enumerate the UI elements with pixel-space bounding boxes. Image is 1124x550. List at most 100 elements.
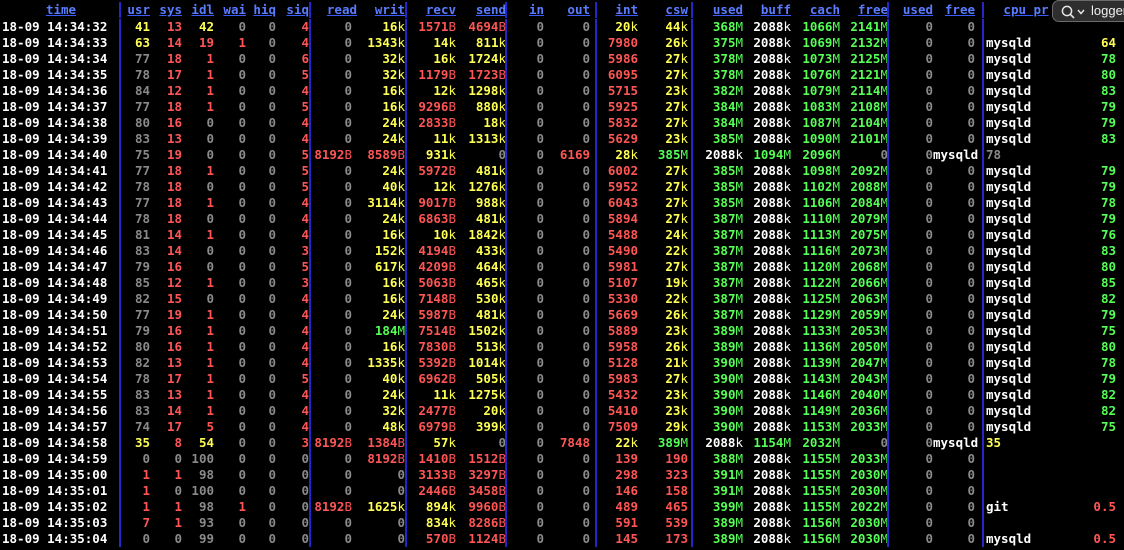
cell-cpu-percent: 82 — [1066, 387, 1116, 403]
cell-value: 2114 — [850, 83, 881, 98]
column-separator — [887, 515, 889, 531]
stats-row: 18-09 14:34:40 75 19 0 0 0 5 8192B 8589B 931k 0 0 61… — [0, 147, 1124, 163]
cell-in: 0 — [506, 259, 544, 275]
cell-value: 0 — [344, 195, 352, 210]
cell-siq: 0 — [276, 451, 309, 467]
cell-unit: k — [397, 99, 405, 114]
search-field[interactable]: logger — [1052, 0, 1124, 22]
cell-cpu-process: mysqld — [986, 211, 1066, 227]
cell-value: 0 — [925, 483, 933, 498]
cell-unit: B — [448, 163, 456, 178]
cell-writ: 8589B — [352, 147, 405, 163]
cell-value: 0 — [925, 115, 933, 130]
cell-send: 1276k — [456, 179, 506, 195]
cell-value: 2104 — [850, 115, 881, 130]
cell-unit: B — [448, 451, 456, 466]
cell-time: 18-09 14:34:41 — [2, 163, 120, 179]
cell-value: 1154 — [753, 435, 784, 450]
cell-unit: M — [832, 387, 840, 402]
column-separator — [595, 419, 597, 435]
cell-time: 18-09 14:34:49 — [2, 291, 120, 307]
cell-value: 0 — [582, 195, 590, 210]
cell-value: 0 — [344, 99, 352, 114]
column-separator — [982, 179, 984, 195]
cell-value: 12 — [166, 275, 182, 290]
cell-value: 5669 — [607, 307, 638, 322]
cell-read: 0 — [310, 19, 352, 35]
cell-value: 1 — [142, 499, 150, 514]
cell-swap-used: 0 — [892, 371, 933, 387]
cell-time: 18-09 14:34:56 — [2, 403, 120, 419]
cell-value: 27 — [665, 259, 681, 274]
cell-value: 0 — [206, 147, 214, 162]
cell-used: 385M — [692, 131, 743, 147]
cell-value: 2059 — [850, 307, 881, 322]
cell-value: 1076 — [802, 67, 833, 82]
cell-value: 79 — [134, 259, 150, 274]
cell-read: 8192B — [310, 499, 352, 515]
column-separator — [119, 227, 121, 243]
cell-unit: k — [783, 131, 791, 146]
column-header-used: used — [712, 2, 743, 17]
cell-value: 16 — [382, 83, 398, 98]
cell-wai: 0 — [214, 403, 246, 419]
cell-send: 464k — [456, 259, 506, 275]
cell-writ: 24k — [352, 307, 405, 323]
cell-value: 80 — [1100, 259, 1116, 274]
cell-unit: M — [783, 147, 791, 162]
cell-value: 0 — [536, 115, 544, 130]
cell-out: 0 — [544, 515, 590, 531]
column-separator — [887, 339, 889, 355]
cell-value: 4 — [301, 403, 309, 418]
cell-writ: 32k — [352, 403, 405, 419]
cell-value: 13 — [166, 355, 182, 370]
cell-int: 489 — [596, 499, 638, 515]
cell-value: 5715 — [607, 83, 638, 98]
cell-value: 4 — [301, 195, 309, 210]
cell-send: 481k — [456, 307, 506, 323]
cell-read: 0 — [310, 419, 352, 435]
cell-cach: 1156M — [791, 531, 840, 547]
column-separator — [119, 259, 121, 275]
column-separator — [405, 99, 407, 115]
cell-sys: 16 — [150, 259, 182, 275]
stats-row: 18-09 14:34:32 41 13 42 0 0 4 0 16k 1571B 4694B 0 0 2… — [0, 19, 1124, 35]
cell-value: 0 — [967, 67, 975, 82]
cell-value: 78 — [134, 179, 150, 194]
cell-value: 78 — [134, 67, 150, 82]
cell-wai: 1 — [214, 35, 246, 51]
column-separator — [691, 307, 693, 323]
cell-value: 0 — [536, 483, 544, 498]
cell-value: 99 — [198, 531, 214, 546]
cell-value: 2088 — [753, 179, 784, 194]
cell-unit: k — [448, 227, 456, 242]
cell-value: 5 — [301, 67, 309, 82]
cell-value: 13 — [166, 131, 182, 146]
cell-value: 78 — [134, 211, 150, 226]
cell-value: 16 — [382, 291, 398, 306]
cell-value: 1512 — [468, 451, 499, 466]
column-separator — [887, 387, 889, 403]
search-icon — [1061, 5, 1085, 19]
cell-time: 18-09 14:34:57 — [2, 419, 120, 435]
cell-unit: k — [680, 51, 688, 66]
cell-cpu-percent: 75 — [1066, 419, 1116, 435]
cell-value: mysqld — [986, 83, 1032, 98]
cell-hiq: 0 — [246, 323, 276, 339]
cell-cpu-percent: 80 — [1066, 67, 1116, 83]
cell-value: 0 — [582, 371, 590, 386]
cell-unit: B — [448, 323, 456, 338]
dstat-terminal[interactable]: logger time usr sys idl wai hiq siq read writ rec… — [0, 0, 1124, 550]
column-separator — [309, 531, 311, 547]
cell-value: 465 — [475, 275, 499, 290]
cell-value: 399 — [475, 419, 499, 434]
cell-cpu-process: mysqld — [986, 371, 1066, 387]
cell-swap-used: 0 — [892, 195, 933, 211]
cell-time: 18-09 14:34:55 — [2, 387, 120, 403]
column-separator — [405, 35, 407, 51]
cell-csw: 29k — [638, 419, 688, 435]
cell-csw: 21k — [638, 355, 688, 371]
cell-out: 0 — [544, 211, 590, 227]
column-separator — [309, 371, 311, 387]
cell-cach: 1076M — [791, 67, 840, 83]
